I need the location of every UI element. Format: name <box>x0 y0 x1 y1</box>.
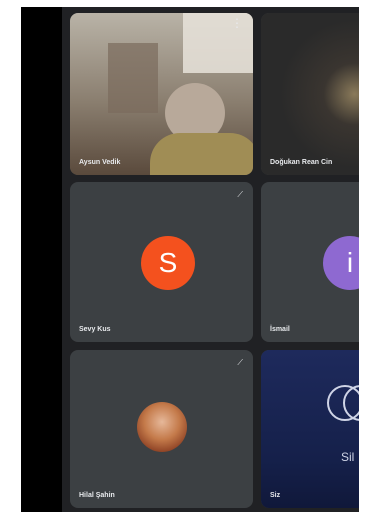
avatar-initial: i <box>346 247 354 278</box>
participant-tile-hilal[interactable]: ⟋ Hilal Şahin <box>70 350 253 508</box>
participant-video <box>70 13 253 175</box>
mic-off-icon: ⟋ <box>237 358 243 367</box>
meeting-grid: ⋮ Aysun Vedik Doğukan Rean Cin ⟋ S Sevy … <box>62 7 359 512</box>
mic-off-icon: ⟋ <box>237 190 243 199</box>
participant-name: Hilal Şahin <box>79 492 115 499</box>
avatar-photo <box>137 402 187 452</box>
participant-name: İsmail <box>270 326 290 333</box>
participant-video <box>261 13 359 175</box>
more-icon[interactable]: ⋮ <box>231 17 243 29</box>
participant-name: Sevy Kus <box>79 326 111 333</box>
participant-name: Siz <box>270 492 281 499</box>
participant-name: Doğukan Rean Cin <box>270 159 333 166</box>
avatar: i <box>323 236 359 290</box>
avatar-initial: S <box>158 247 178 278</box>
participant-tile-ismail[interactable]: i İsmail <box>261 182 359 342</box>
person-body <box>150 133 253 175</box>
participant-tile-aysun[interactable]: ⋮ Aysun Vedik <box>70 13 253 175</box>
participant-tile-siz[interactable]: Sil Siz <box>261 350 359 508</box>
participant-tile-dogukan[interactable]: Doğukan Rean Cin <box>261 13 359 175</box>
logo-fragment-text: Sil <box>341 450 355 464</box>
participant-tile-sevy[interactable]: ⟋ S Sevy Kus <box>70 182 253 342</box>
participant-name: Aysun Vedik <box>79 159 121 166</box>
avatar: S <box>141 236 195 290</box>
shelf-background <box>108 43 158 113</box>
left-black-margin <box>21 7 62 512</box>
participant-video: Sil <box>261 350 359 508</box>
